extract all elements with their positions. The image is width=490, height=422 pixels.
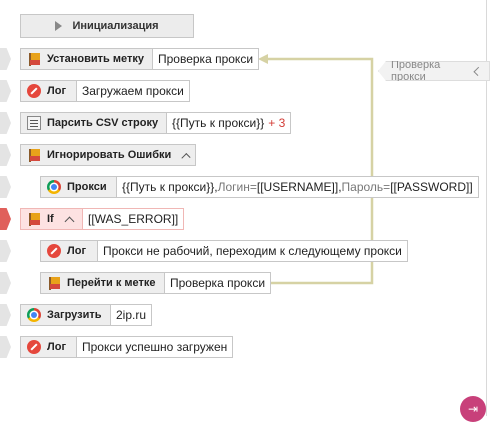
log-value[interactable]: Прокси не рабочий, переходим к следующем… xyxy=(97,240,408,262)
chevron-up-icon[interactable] xyxy=(181,152,191,162)
ignore-errors-title: Игнорировать Ошибки xyxy=(47,149,172,161)
connector-arrowhead xyxy=(258,54,268,64)
log-title: Лог xyxy=(47,85,67,97)
proxy-login-value: [[USERNAME]], xyxy=(256,180,342,194)
load-block[interactable]: Загрузить xyxy=(20,304,111,326)
log-icon xyxy=(27,340,41,354)
chrome-icon xyxy=(47,180,61,194)
parse-csv-block[interactable]: Парсить CSV строку xyxy=(20,112,167,134)
log-value[interactable]: Загружаем прокси xyxy=(76,80,190,102)
proxy-path: {{Путь к прокси}}, xyxy=(122,180,218,194)
ignore-errors-block[interactable]: Игнорировать Ошибки xyxy=(20,144,196,166)
exit-button[interactable]: ⇥ xyxy=(460,396,486,422)
parse-csv-path: {{Путь к прокси}} xyxy=(172,116,265,130)
log-icon xyxy=(47,244,61,258)
chrome-icon xyxy=(27,308,41,322)
log-title: Лог xyxy=(47,341,67,353)
proxy-login-key: Логин= xyxy=(217,180,257,194)
flag-icon xyxy=(27,148,41,162)
proxy-password-value: [[PASSWORD]] xyxy=(390,180,473,194)
chevron-up-icon[interactable] xyxy=(64,216,75,226)
exit-icon: ⇥ xyxy=(467,402,479,416)
init-label: Инициализация xyxy=(72,20,159,32)
load-url[interactable]: 2ip.ru xyxy=(110,304,153,326)
label-tag[interactable]: Проверка прокси xyxy=(378,61,490,81)
goto-label-value[interactable]: Проверка прокси xyxy=(164,272,272,294)
set-label-title: Установить метку xyxy=(47,53,144,65)
parse-csv-plus: + 3 xyxy=(268,116,286,130)
parse-csv-title: Парсить CSV строку xyxy=(47,117,159,129)
log-icon xyxy=(27,84,41,98)
flag-icon xyxy=(47,276,61,290)
log-title: Лог xyxy=(67,245,87,257)
goto-label-block[interactable]: Перейти к метке xyxy=(40,272,165,294)
chevron-left-icon xyxy=(473,66,483,76)
init-block[interactable]: Инициализация xyxy=(20,14,194,38)
proxy-value[interactable]: {{Путь к прокси}}, Логин= [[USERNAME]], … xyxy=(116,176,479,198)
log-block[interactable]: Лог xyxy=(20,336,77,358)
if-block[interactable]: If xyxy=(20,208,83,230)
proxy-title: Прокси xyxy=(67,181,107,193)
log-block[interactable]: Лог xyxy=(20,80,77,102)
set-label-value[interactable]: Проверка прокси xyxy=(152,48,260,70)
proxy-block[interactable]: Прокси xyxy=(40,176,117,198)
if-title: If xyxy=(47,213,54,225)
flag-icon xyxy=(27,212,41,226)
flag-icon xyxy=(27,52,41,66)
goto-label-title: Перейти к метке xyxy=(67,277,156,289)
load-title: Загрузить xyxy=(47,309,102,321)
log-block[interactable]: Лог xyxy=(40,240,98,262)
set-label-block[interactable]: Установить метку xyxy=(20,48,153,70)
label-tag-text: Проверка прокси xyxy=(391,59,441,83)
csv-icon xyxy=(27,116,41,130)
play-icon xyxy=(55,21,63,31)
if-condition[interactable]: [[WAS_ERROR]] xyxy=(82,208,185,230)
parse-csv-value[interactable]: {{Путь к прокси}} + 3 xyxy=(166,112,292,134)
log-value[interactable]: Прокси успешно загружен xyxy=(76,336,234,358)
proxy-password-key: Пароль= xyxy=(341,180,391,194)
